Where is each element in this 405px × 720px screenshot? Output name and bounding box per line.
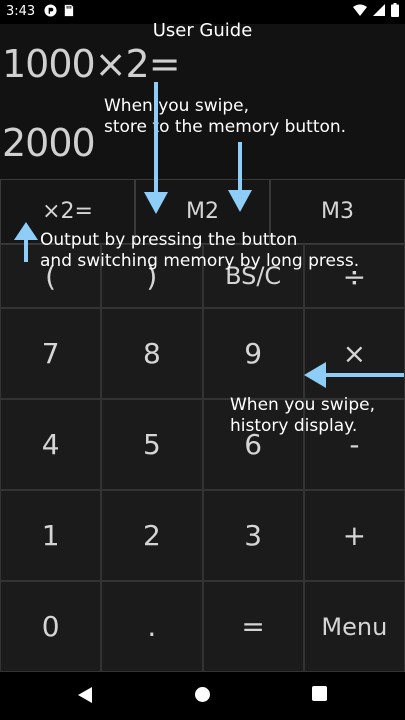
- back-icon[interactable]: [77, 686, 93, 704]
- battery-icon: [391, 3, 399, 17]
- guide-title: User Guide: [152, 20, 253, 41]
- digit-4-button[interactable]: 4: [0, 399, 102, 490]
- multiply-button[interactable]: ×: [303, 308, 405, 399]
- navigation-bar: [0, 672, 405, 720]
- guide-note-output: Output by pressing the button and switch…: [40, 230, 360, 271]
- equals-button[interactable]: =: [202, 581, 304, 672]
- status-time: 3:43: [6, 4, 36, 19]
- digit-2-button[interactable]: 2: [101, 490, 203, 581]
- app-p-icon: [44, 4, 57, 17]
- expression-text: 1000×2=: [2, 42, 181, 86]
- wifi-icon: [353, 4, 367, 16]
- plus-button[interactable]: +: [303, 490, 405, 581]
- digit-9-button[interactable]: 9: [202, 308, 304, 399]
- result-text: 2000: [2, 121, 96, 165]
- menu-button[interactable]: Menu: [303, 581, 405, 672]
- recents-icon[interactable]: [312, 686, 327, 701]
- guide-note-history: When you swipe, history display.: [230, 395, 375, 436]
- digit-1-button[interactable]: 1: [0, 490, 102, 581]
- home-icon[interactable]: [194, 686, 211, 703]
- digit-5-button[interactable]: 5: [101, 399, 203, 490]
- decimal-button[interactable]: .: [101, 581, 203, 672]
- keys-grid: ( ) BS/C ÷ 7 8 9 × 4 5 6 - 1 2 3 + 0 . =…: [0, 244, 405, 672]
- sd-card-icon: [64, 4, 74, 17]
- signal-icon: [373, 4, 385, 16]
- guide-note-memory: When you swipe, store to the memory butt…: [104, 96, 347, 137]
- digit-8-button[interactable]: 8: [101, 308, 203, 399]
- digit-3-button[interactable]: 3: [202, 490, 304, 581]
- digit-0-button[interactable]: 0: [0, 581, 102, 672]
- digit-7-button[interactable]: 7: [0, 308, 102, 399]
